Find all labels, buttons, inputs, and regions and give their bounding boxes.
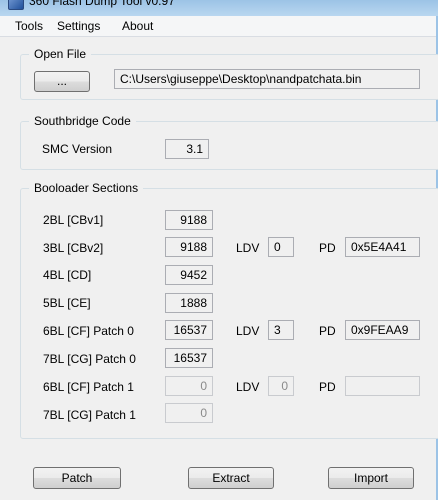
menu-bar: Tools Settings About bbox=[0, 16, 436, 37]
ldv-label-6bl-patch1: LDV bbox=[236, 380, 260, 394]
pd-value-6bl-patch0: 0x9FEAA9 bbox=[345, 320, 420, 340]
ldv-label-6bl-patch0: LDV bbox=[236, 324, 260, 338]
ldv-value-6bl-patch1: 0 bbox=[268, 376, 294, 396]
ldv-value-6bl-patch0: 3 bbox=[268, 320, 294, 340]
row-value-6bl-patch0: 16537 bbox=[165, 320, 213, 340]
bootloader-group-title: Booloader Sections bbox=[29, 181, 144, 195]
import-button[interactable]: Import bbox=[328, 467, 414, 489]
ldv-label-3bl: LDV bbox=[236, 241, 260, 255]
smc-version-field: 3.1 bbox=[165, 139, 209, 159]
pd-value-3bl: 0x5E4A41 bbox=[345, 237, 420, 257]
row-value-3bl: 9188 bbox=[165, 237, 213, 257]
browse-button[interactable]: ... bbox=[34, 71, 90, 92]
ldv-value-3bl: 0 bbox=[268, 237, 294, 257]
row-value-5bl: 1888 bbox=[165, 293, 213, 313]
row-value-6bl-patch1: 0 bbox=[165, 376, 213, 396]
row-label-6bl-patch0: 6BL [CF] Patch 0 bbox=[43, 324, 134, 338]
row-value-7bl-patch0: 16537 bbox=[165, 348, 213, 368]
file-path-field[interactable]: C:\Users\giuseppe\Desktop\nandpatchata.b… bbox=[114, 69, 420, 89]
row-label-7bl-patch1: 7BL [CG] Patch 1 bbox=[43, 408, 136, 422]
pd-value-6bl-patch1 bbox=[345, 376, 420, 396]
app-icon bbox=[8, 0, 24, 10]
pd-label-3bl: PD bbox=[319, 241, 336, 255]
smc-version-label: SMC Version bbox=[42, 142, 113, 156]
row-value-7bl-patch1: 0 bbox=[165, 403, 213, 423]
menu-tools[interactable]: Tools bbox=[15, 19, 43, 33]
extract-button[interactable]: Extract bbox=[188, 467, 274, 489]
row-label-3bl: 3BL [CBv2] bbox=[43, 241, 104, 255]
pd-label-6bl-patch1: PD bbox=[319, 380, 336, 394]
window-title: 360 Flash Dump Tool v0.97 bbox=[29, 0, 175, 8]
open-file-group-title: Open File bbox=[29, 47, 92, 61]
row-label-7bl-patch0: 7BL [CG] Patch 0 bbox=[43, 352, 136, 366]
row-label-5bl: 5BL [CE] bbox=[43, 296, 91, 310]
southbridge-group-title: Southbridge Code bbox=[29, 114, 136, 128]
row-value-4bl: 9452 bbox=[165, 265, 213, 285]
menu-about[interactable]: About bbox=[122, 19, 153, 33]
title-bar: 360 Flash Dump Tool v0.97 bbox=[0, 0, 438, 16]
row-label-2bl: 2BL [CBv1] bbox=[43, 213, 104, 227]
menu-settings[interactable]: Settings bbox=[57, 19, 100, 33]
pd-label-6bl-patch0: PD bbox=[319, 324, 336, 338]
row-value-2bl: 9188 bbox=[165, 210, 213, 230]
row-label-4bl: 4BL [CD] bbox=[43, 268, 92, 282]
patch-button[interactable]: Patch bbox=[33, 467, 121, 489]
row-label-6bl-patch1: 6BL [CF] Patch 1 bbox=[43, 380, 134, 394]
